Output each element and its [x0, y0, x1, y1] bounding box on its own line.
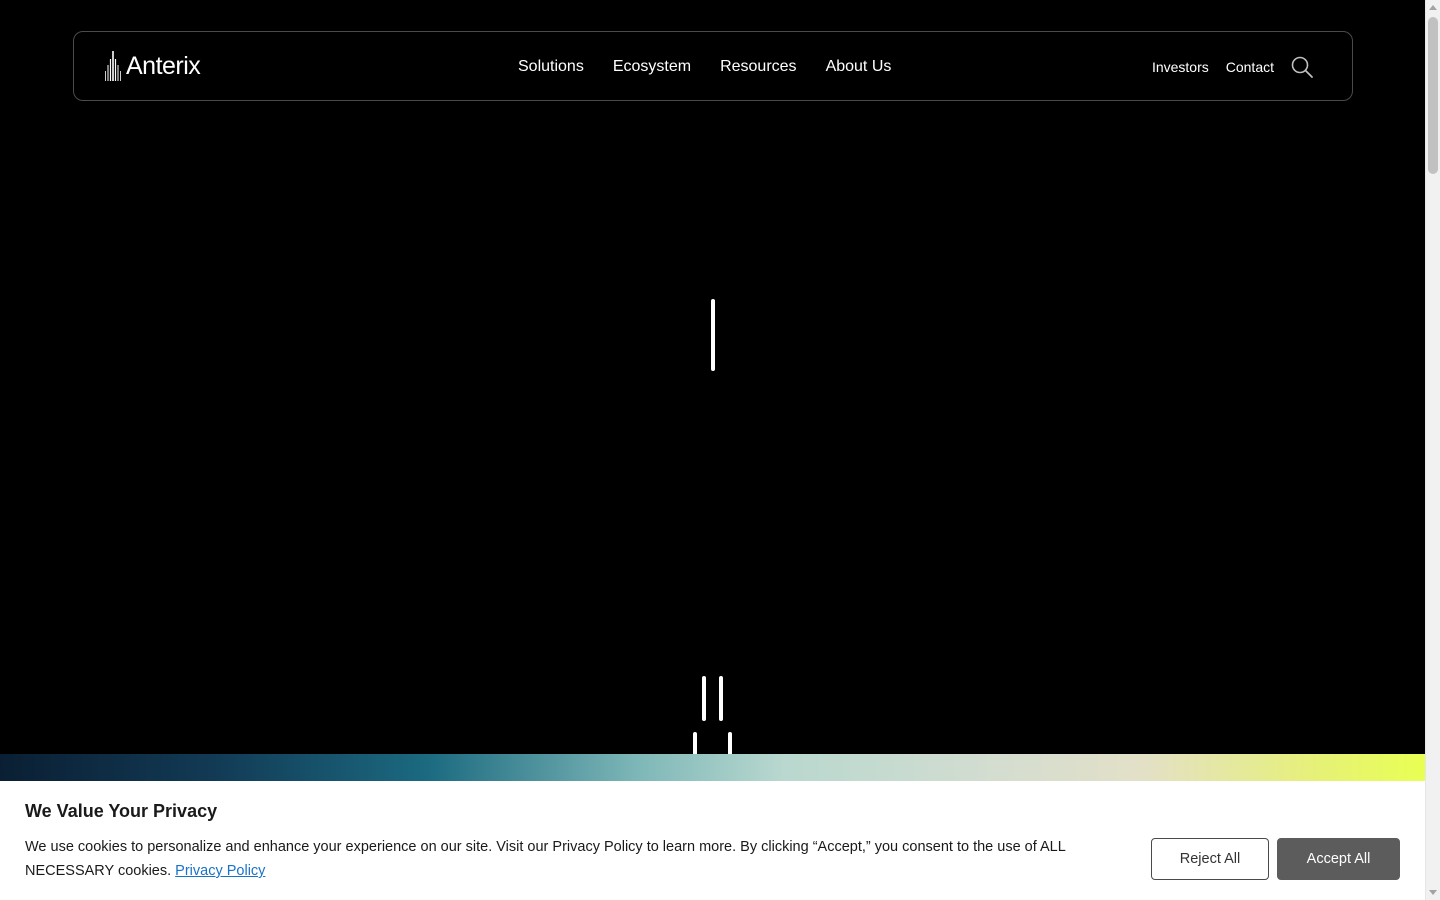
scroll-up-arrow-icon[interactable]	[1429, 5, 1437, 10]
scroll-down-arrow-icon[interactable]	[1429, 890, 1437, 895]
nav-item-about-us[interactable]: About Us	[826, 58, 892, 76]
search-icon[interactable]	[1290, 55, 1314, 79]
scrollbar[interactable]	[1425, 0, 1440, 900]
nav-item-contact[interactable]: Contact	[1226, 59, 1274, 75]
cookie-banner: We Value Your Privacy We use cookies to …	[0, 781, 1425, 900]
site-header: Anterix Solutions Ecosystem Resources Ab…	[73, 31, 1353, 101]
anterix-logo-icon	[105, 51, 121, 81]
logo[interactable]: Anterix	[104, 51, 201, 81]
nav-item-solutions[interactable]: Solutions	[518, 58, 584, 76]
gradient-band	[0, 754, 1425, 782]
nav-item-investors[interactable]: Investors	[1152, 59, 1209, 75]
privacy-policy-link[interactable]: Privacy Policy	[175, 863, 265, 879]
scrollbar-thumb[interactable]	[1428, 17, 1438, 174]
hero-animation-line	[702, 676, 706, 721]
cookie-banner-text: We use cookies to personalize and enhanc…	[25, 835, 1115, 883]
nav-item-ecosystem[interactable]: Ecosystem	[613, 58, 691, 76]
secondary-nav: Investors Contact	[1135, 32, 1314, 102]
cookie-banner-title: We Value Your Privacy	[25, 801, 218, 821]
page: Anterix Solutions Ecosystem Resources Ab…	[0, 0, 1425, 900]
main-nav: Solutions Ecosystem Resources About Us	[518, 32, 920, 102]
accept-all-button[interactable]: Accept All	[1277, 838, 1400, 880]
reject-all-button[interactable]: Reject All	[1151, 838, 1269, 880]
nav-item-resources[interactable]: Resources	[720, 58, 796, 76]
logo-text: Anterix	[126, 52, 201, 80]
hero-animation-line	[711, 299, 715, 371]
hero-animation-line	[719, 676, 723, 721]
